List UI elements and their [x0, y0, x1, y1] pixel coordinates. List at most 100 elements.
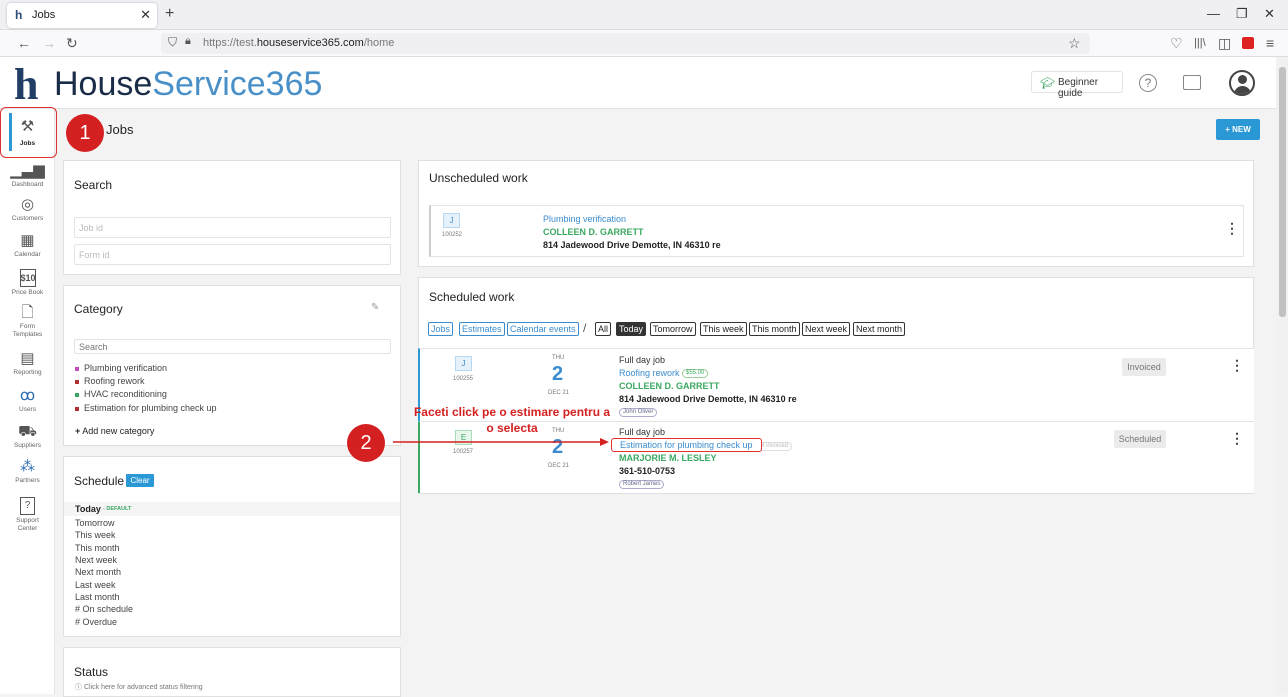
filter-today[interactable]: Today — [616, 322, 647, 336]
minimize-icon[interactable]: — — [1207, 6, 1220, 21]
price-icon: $10 — [19, 269, 36, 287]
more-options-icon[interactable]: ⋮ — [1225, 221, 1239, 235]
unscheduled-job-card[interactable]: J 100252 Plumbing verification COLLEEN D… — [429, 205, 1244, 257]
target-icon: ◎ — [20, 196, 35, 213]
sidebar-item-price-book[interactable]: $10 Price Book — [0, 269, 55, 297]
more-options-icon[interactable]: ⋮ — [1230, 431, 1244, 445]
restore-icon[interactable]: ❐ — [1236, 6, 1248, 22]
pocket-icon[interactable]: ♡ — [1170, 35, 1183, 52]
filter-next-month[interactable]: Next month — [853, 322, 906, 336]
schedule-item[interactable]: Next week — [75, 555, 117, 565]
schedule-item[interactable]: # Overdue — [75, 617, 117, 627]
sidebar-item-support-center[interactable]: ? Support Center — [0, 497, 55, 533]
sidebar-toggle-icon[interactable]: ◫ — [1218, 35, 1231, 52]
shield-icon[interactable]: ⛉ — [168, 35, 177, 50]
category-panel: Category ✎ Search Plumbing verification … — [63, 285, 401, 446]
forward-icon[interactable]: → — [42, 35, 56, 51]
schedule-item[interactable]: This month — [75, 543, 120, 553]
bookmark-star-icon[interactable]: ☆ — [1068, 35, 1081, 52]
filter-tomorrow[interactable]: Tomorrow — [650, 322, 696, 336]
beginner-guide-button[interactable]: 🎓︎ Beginner guide — [1031, 71, 1123, 99]
sidebar-item-dashboard[interactable]: ▁▃▆ Dashboard — [0, 163, 55, 189]
sidebar-item-customers[interactable]: ◎ Customers — [0, 197, 55, 223]
address-bar[interactable]: ⛉ 🔒︎ https://test.houseservice365.com/ho… — [161, 33, 1090, 54]
lock-icon[interactable]: 🔒︎ — [185, 35, 191, 48]
edit-pencil-icon[interactable]: ✎ — [371, 302, 379, 313]
page-title: Jobs — [106, 122, 134, 137]
search-panel: Search Job id Form id — [63, 160, 401, 275]
customer-name[interactable]: MARJORIE M. LESLEY — [619, 453, 717, 463]
user-avatar-icon[interactable] — [1229, 70, 1255, 96]
sidebar-item-calendar[interactable]: ▦ Calendar — [0, 233, 55, 259]
job-number: 100252 — [442, 232, 463, 238]
graduation-cap-icon: 🎓︎ — [1040, 76, 1056, 90]
category-item[interactable]: Plumbing verification — [75, 363, 167, 373]
annotation-arrow — [393, 438, 609, 446]
filter-jobs[interactable]: Jobs — [428, 322, 454, 336]
library-icon[interactable]: |||\ — [1194, 37, 1206, 49]
close-window-icon[interactable]: ✕ — [1264, 6, 1275, 22]
page-scrollbar[interactable] — [1277, 57, 1288, 694]
schedule-item[interactable]: Last month — [75, 592, 120, 602]
documents-icon[interactable] — [1183, 75, 1201, 90]
customer-name[interactable]: COLLEEN D. GARRETT — [619, 381, 720, 391]
bar-chart-icon: ▁▃▆ — [10, 162, 45, 179]
browser-tab[interactable]: h Jobs ✕ — [7, 3, 157, 28]
job-id-input[interactable]: Job id — [74, 217, 391, 238]
new-button[interactable]: + NEW — [1216, 119, 1260, 140]
status-title: Status — [74, 665, 109, 679]
menu-icon[interactable]: ≡ — [1266, 35, 1274, 51]
filter-estimates[interactable]: Estimates — [459, 322, 505, 336]
clear-button[interactable]: Clear — [126, 474, 154, 487]
filter-calendar-events[interactable]: Calendar events — [507, 322, 579, 336]
job-address: 814 Jadewood Drive Demotte, IN 46310 re — [543, 240, 721, 250]
technician-tag: Robert James — [619, 480, 665, 489]
new-tab-icon[interactable]: + — [165, 5, 174, 23]
schedule-item[interactable]: Last week — [75, 580, 116, 590]
filter-this-week[interactable]: This week — [700, 322, 747, 336]
sidebar-item-users[interactable]: ꝏ Users — [0, 388, 55, 414]
sidebar-item-partners[interactable]: ⁂ Partners — [0, 459, 55, 485]
filter-next-week[interactable]: Next week — [802, 322, 851, 336]
category-search-input[interactable]: Search — [74, 339, 391, 354]
schedule-item-today[interactable]: Today - DEFAULT — [64, 502, 400, 516]
schedule-item[interactable]: Tomorrow — [75, 518, 115, 528]
reload-icon[interactable]: ↻ — [66, 35, 78, 52]
sidebar-item-reporting[interactable]: ▤ Reporting — [0, 351, 55, 377]
extension-icon[interactable] — [1242, 37, 1254, 49]
search-title: Search — [74, 178, 113, 192]
customer-name[interactable]: COLLEEN D. GARRETT — [543, 227, 644, 237]
category-item[interactable]: Estimation for plumbing check up — [75, 403, 217, 413]
annotation-highlight-box — [0, 107, 57, 158]
logo-mark: h — [14, 60, 39, 109]
calendar-icon: ▦ — [20, 232, 35, 249]
form-icon: 🗋︎ — [21, 304, 34, 321]
sidebar-item-suppliers[interactable]: ⛟ Suppliers — [0, 424, 55, 450]
form-id-input[interactable]: Form id — [74, 244, 391, 265]
back-icon[interactable]: ← — [17, 35, 31, 51]
schedule-item[interactable]: # On schedule — [75, 604, 133, 614]
status-badge: Invoiced — [1122, 358, 1166, 376]
sidebar-item-form-templates[interactable]: 🗋︎ Form Templates — [0, 305, 55, 339]
job-link[interactable]: Plumbing verification — [543, 214, 626, 224]
category-item[interactable]: Roofing rework — [75, 376, 145, 386]
filter-this-month[interactable]: This month — [749, 322, 800, 336]
schedule-item[interactable]: Next month — [75, 567, 121, 577]
close-tab-icon[interactable]: ✕ — [140, 7, 151, 23]
job-link[interactable]: Roofing rework — [619, 368, 680, 378]
schedule-item[interactable]: This week — [75, 530, 116, 540]
help-icon[interactable]: ? — [1139, 74, 1157, 92]
color-dot-icon — [75, 379, 79, 384]
partners-icon: ⁂ — [20, 458, 35, 475]
status-hint[interactable]: ⓘ Click here for advanced status filteri… — [75, 682, 203, 692]
add-category-button[interactable]: + Add new category — [75, 426, 154, 436]
category-item[interactable]: HVAC reconditioning — [75, 389, 167, 399]
logo-text[interactable]: HouseService365 — [54, 67, 322, 101]
beginner-guide-label: Beginner guide — [1058, 77, 1099, 99]
scrollbar-thumb[interactable] — [1279, 67, 1286, 317]
estimate-link[interactable]: Estimation for plumbing check up — [611, 438, 762, 452]
job-type-badge: J — [455, 356, 472, 371]
filter-all[interactable]: All — [595, 322, 612, 336]
category-title: Category — [74, 302, 123, 316]
more-options-icon[interactable]: ⋮ — [1230, 358, 1244, 372]
